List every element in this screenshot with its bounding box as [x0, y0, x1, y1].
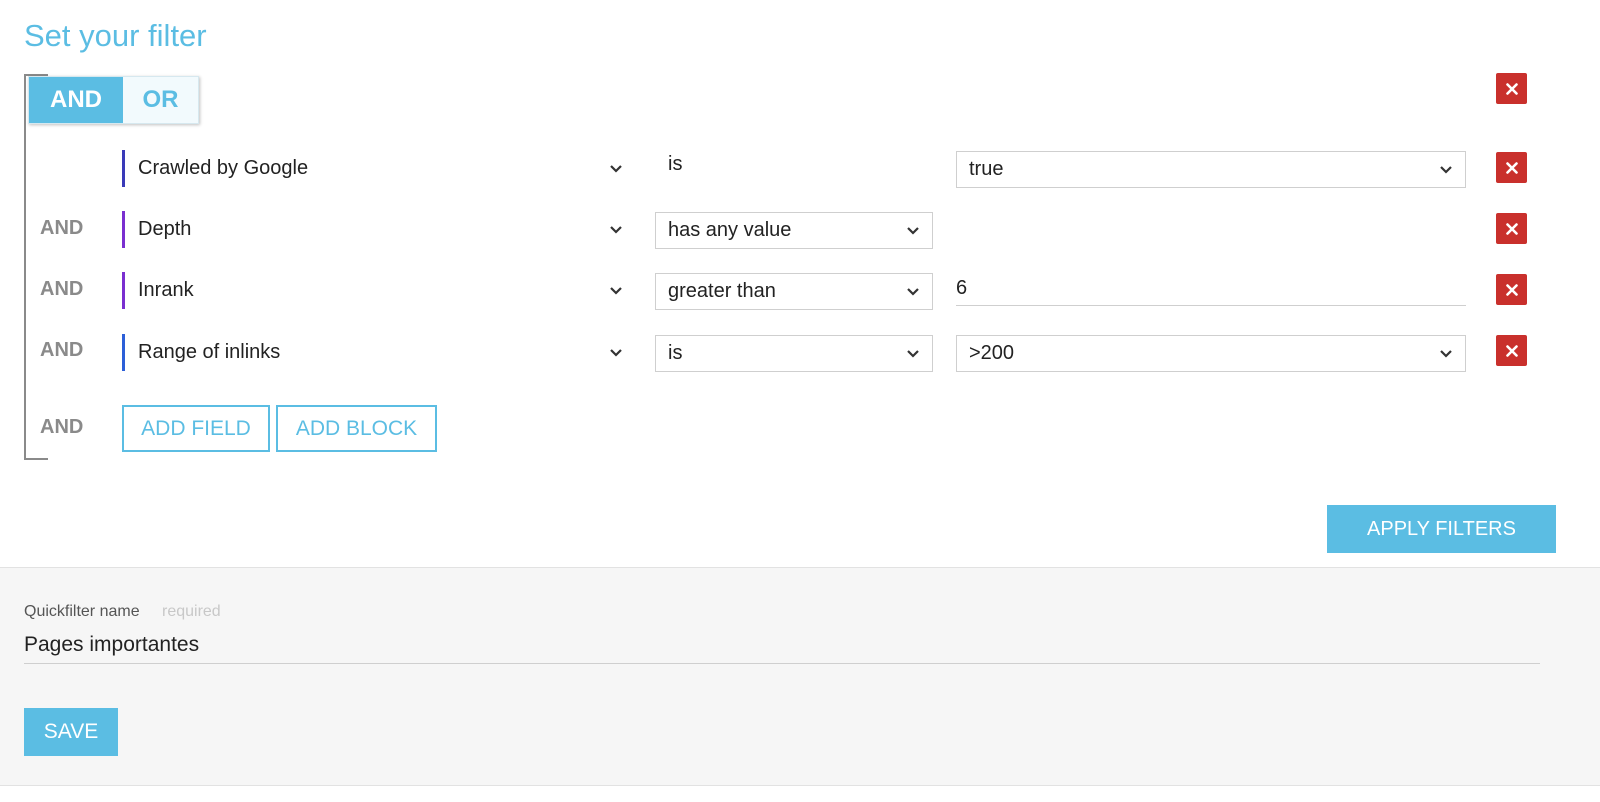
filter-block-bracket [24, 74, 48, 460]
operator-select-value: has any value [668, 219, 792, 241]
row-conjunction: AND [40, 339, 84, 361]
field-color-bar [122, 334, 125, 371]
logic-toggle[interactable]: AND OR [28, 76, 199, 124]
operator-select-value: is [668, 342, 683, 364]
field-label: Range of inlinks [138, 341, 281, 363]
operator-text: is [668, 153, 683, 175]
filter-field-select[interactable]: Depth [122, 211, 628, 248]
field-label: Inrank [138, 279, 194, 301]
delete-block-button[interactable] [1496, 73, 1527, 104]
quickfilter-name-label: Quickfilter name [24, 603, 140, 620]
close-icon [1505, 344, 1518, 357]
chevron-down-icon [610, 287, 622, 295]
logic-and-option[interactable]: AND [29, 77, 123, 123]
chevron-down-icon [907, 350, 919, 358]
filter-field-select[interactable]: Range of inlinks [122, 334, 628, 371]
page-title: Set your filter [24, 18, 207, 53]
quickfilter-name-input[interactable] [24, 626, 1540, 664]
chevron-down-icon [1440, 166, 1452, 174]
value-select-value: >200 [969, 342, 1015, 364]
filter-field-select[interactable]: Inrank [122, 272, 628, 309]
logic-or-option[interactable]: OR [123, 77, 198, 123]
apply-filters-button[interactable]: APPLY FILTERS [1327, 505, 1556, 553]
row-conjunction: AND [40, 217, 84, 239]
delete-row-button[interactable] [1496, 335, 1527, 366]
save-button[interactable]: SAVE [24, 708, 118, 756]
delete-row-button[interactable] [1496, 152, 1527, 183]
close-icon [1505, 222, 1518, 235]
field-label: Crawled by Google [138, 157, 309, 179]
row-conjunction: AND [40, 278, 84, 300]
close-icon [1505, 82, 1518, 95]
close-icon [1505, 283, 1518, 296]
required-hint: required [162, 603, 221, 620]
operator-select[interactable]: is [655, 335, 933, 372]
chevron-down-icon [610, 349, 622, 357]
value-select[interactable]: true [956, 151, 1466, 188]
chevron-down-icon [610, 226, 622, 234]
value-select-value: true [969, 158, 1004, 180]
operator-select[interactable]: greater than [655, 273, 933, 310]
close-icon [1505, 161, 1518, 174]
field-label: Depth [138, 218, 192, 240]
delete-row-button[interactable] [1496, 213, 1527, 244]
chevron-down-icon [907, 288, 919, 296]
field-color-bar [122, 150, 125, 187]
quickfilter-panel: Quickfilter name required SAVE [0, 567, 1600, 785]
operator-select-value: greater than [668, 280, 776, 302]
add-field-button[interactable]: ADD FIELD [122, 405, 270, 452]
filter-field-select[interactable]: Crawled by Google [122, 150, 628, 187]
value-input[interactable] [956, 272, 1466, 306]
chevron-down-icon [907, 227, 919, 235]
value-select[interactable]: >200 [956, 335, 1466, 372]
field-color-bar [122, 272, 125, 309]
chevron-down-icon [1440, 350, 1452, 358]
divider [0, 785, 1600, 786]
chevron-down-icon [610, 165, 622, 173]
operator-select[interactable]: has any value [655, 212, 933, 249]
delete-row-button[interactable] [1496, 274, 1527, 305]
add-block-button[interactable]: ADD BLOCK [276, 405, 437, 452]
field-color-bar [122, 211, 125, 248]
actions-conjunction: AND [40, 416, 84, 438]
